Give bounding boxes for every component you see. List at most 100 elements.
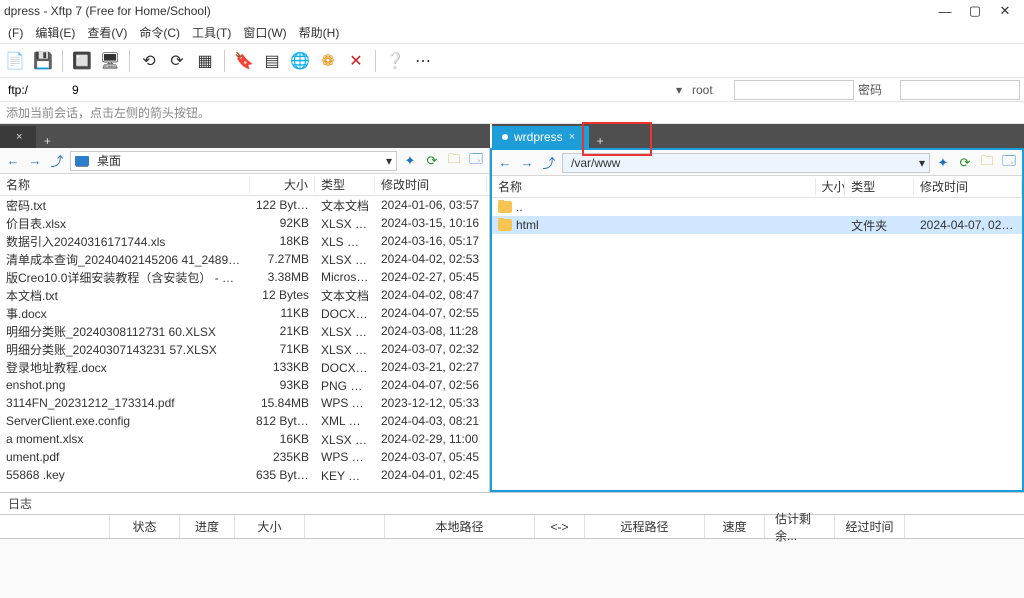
new-remote-tab-button[interactable]: + bbox=[589, 134, 611, 148]
col-header-time[interactable]: 修改时间 bbox=[914, 178, 1022, 195]
menu-item[interactable]: 帮助(H) bbox=[293, 22, 346, 43]
menu-item[interactable]: 工具(T) bbox=[186, 22, 237, 43]
forward-icon[interactable]: ⟳ bbox=[166, 50, 188, 72]
col-header-size[interactable]: 大小 bbox=[816, 178, 846, 195]
back-icon[interactable]: ⟲ bbox=[138, 50, 160, 72]
maximize-button[interactable]: ▢ bbox=[960, 3, 990, 19]
refresh-icon[interactable]: ⟳ bbox=[423, 152, 441, 170]
file-name: ument.pdf bbox=[6, 450, 59, 464]
list-item[interactable]: 3114FN_20231212_173314.pdf15.84MBWPS PDF… bbox=[0, 394, 489, 412]
list-item[interactable]: ument.pdf235KBWPS PDF ...2024-03-07, 05:… bbox=[0, 448, 489, 466]
col-header-name[interactable]: 名称 bbox=[492, 178, 816, 195]
list-item[interactable]: 版Creo10.0详细安装教程（含安装包） - 知乎.mh...3.38MBMi… bbox=[0, 268, 489, 286]
explorer-icon[interactable]: 🗔 bbox=[467, 152, 485, 170]
local-file-list[interactable]: 密码.txt122 Bytes文本文档2024-01-06, 03:57价目表.… bbox=[0, 196, 489, 492]
explorer-icon[interactable]: 🗔 bbox=[1000, 154, 1018, 172]
chevron-down-icon[interactable]: ▾ bbox=[386, 154, 392, 168]
star-icon[interactable]: ✦ bbox=[401, 152, 419, 170]
status-col[interactable]: 本地路径 bbox=[385, 515, 535, 538]
close-icon[interactable]: × bbox=[16, 131, 22, 143]
password-field[interactable] bbox=[900, 80, 1020, 100]
new-folder-icon[interactable]: 🗀 bbox=[445, 152, 463, 170]
remote-path-field[interactable]: /var/www ▾ bbox=[562, 153, 930, 173]
menu-item[interactable]: 编辑(E) bbox=[29, 22, 81, 43]
nav-back-icon[interactable]: ← bbox=[4, 152, 22, 170]
help-icon[interactable]: ❔ bbox=[384, 50, 406, 72]
log-pane-header[interactable]: 日志 bbox=[0, 492, 1024, 514]
local-path-field[interactable]: 桌面 ▾ bbox=[70, 151, 397, 171]
list-item[interactable]: 清单成本查询_20240402145206 41_248977.xlsx7.27… bbox=[0, 250, 489, 268]
menu-item[interactable]: (F) bbox=[2, 24, 29, 42]
file-name: a moment.xlsx bbox=[6, 432, 83, 446]
menu-item[interactable]: 窗口(W) bbox=[237, 22, 292, 43]
list-item[interactable]: 密码.txt122 Bytes文本文档2024-01-06, 03:57 bbox=[0, 196, 489, 214]
new-icon[interactable]: 📄 bbox=[4, 50, 26, 72]
list-item[interactable]: 事.docx11KBDOCX 文档2024-04-07, 02:55 bbox=[0, 304, 489, 322]
tree-icon[interactable]: ▤ bbox=[261, 50, 283, 72]
menu-item[interactable]: 命令(C) bbox=[133, 22, 186, 43]
list-item[interactable]: 登录地址教程.docx133KBDOCX 文档2024-03-21, 02:27 bbox=[0, 358, 489, 376]
host-dropdown-icon[interactable]: ▾ bbox=[676, 83, 688, 97]
save-icon[interactable]: 💾 bbox=[32, 50, 54, 72]
list-item[interactable]: 55868 .key635 BytesKEY 文件2024-04-01, 02:… bbox=[0, 466, 489, 484]
col-header-kind[interactable]: 类型 bbox=[845, 178, 914, 195]
list-item[interactable]: 明细分类账_20240308112731 60.XLSX21KBXLSX 工作.… bbox=[0, 322, 489, 340]
user-field[interactable] bbox=[734, 80, 854, 100]
app-icon[interactable]: 🖥 bbox=[99, 50, 121, 72]
list-item[interactable]: 价目表.xlsx92KBXLSX 工作...2024-03-15, 10:16 bbox=[0, 214, 489, 232]
status-col[interactable]: <-> bbox=[535, 515, 585, 538]
host-field[interactable] bbox=[68, 80, 672, 100]
minimize-button[interactable]: — bbox=[930, 4, 960, 19]
file-kind: XLSX 工作... bbox=[315, 323, 375, 340]
list-item[interactable]: a moment.xlsx16KBXLSX 工作...2024-02-29, 1… bbox=[0, 430, 489, 448]
preview-icon[interactable]: 🔲 bbox=[71, 50, 93, 72]
list-item[interactable]: 本文档.txt12 Bytes文本文档2024-04-02, 08:47 bbox=[0, 286, 489, 304]
status-col[interactable]: 状态 bbox=[110, 515, 180, 538]
status-col[interactable]: 远程路径 bbox=[585, 515, 705, 538]
close-window-button[interactable]: ✕ bbox=[990, 3, 1020, 19]
x-icon[interactable]: ✕ bbox=[345, 50, 367, 72]
info-icon[interactable]: ⋯ bbox=[412, 50, 434, 72]
file-size: 16KB bbox=[250, 432, 315, 446]
nav-up-icon[interactable]: ⤴ bbox=[48, 152, 66, 170]
col-header-kind[interactable]: 类型 bbox=[315, 176, 375, 193]
status-col[interactable]: 经过时间 bbox=[835, 515, 905, 538]
refresh-icon[interactable]: ⟳ bbox=[956, 154, 974, 172]
nav-forward-icon[interactable]: → bbox=[518, 154, 536, 172]
list-item[interactable]: 明细分类账_20240307143231 57.XLSX71KBXLSX 工作.… bbox=[0, 340, 489, 358]
close-icon[interactable]: × bbox=[569, 131, 575, 143]
flag-icon[interactable]: 🔖 bbox=[233, 50, 255, 72]
status-col[interactable]: 速度 bbox=[705, 515, 765, 538]
col-header-size[interactable]: 大小 bbox=[250, 176, 315, 193]
status-col[interactable]: 进度 bbox=[180, 515, 235, 538]
layout-icon[interactable]: ▦ bbox=[194, 50, 216, 72]
file-kind: XLS 工作表 bbox=[315, 233, 375, 250]
list-item[interactable]: .. bbox=[492, 198, 1022, 216]
nav-up-icon[interactable]: ⤴ bbox=[540, 154, 558, 172]
new-folder-icon[interactable]: 🗀 bbox=[978, 154, 996, 172]
nav-forward-icon[interactable]: → bbox=[26, 152, 44, 170]
status-col[interactable]: 大小 bbox=[235, 515, 305, 538]
remote-tab[interactable]: wrdpress × bbox=[492, 126, 589, 148]
status-col[interactable] bbox=[305, 515, 385, 538]
list-item[interactable]: ServerClient.exe.config812 BytesXML Conf… bbox=[0, 412, 489, 430]
protocol-field[interactable] bbox=[4, 80, 64, 100]
remote-file-list[interactable]: ..html文件夹2024-04-07, 02:49 bbox=[492, 198, 1022, 490]
file-kind: XLSX 工作... bbox=[315, 215, 375, 232]
list-item[interactable]: html文件夹2024-04-07, 02:49 bbox=[492, 216, 1022, 234]
col-header-time[interactable]: 修改时间 bbox=[375, 176, 487, 193]
local-tab[interactable]: × bbox=[0, 126, 36, 148]
list-item[interactable]: 数据引入20240316171744.xls18KBXLS 工作表2024-03… bbox=[0, 232, 489, 250]
menu-item[interactable]: 查看(V) bbox=[81, 22, 133, 43]
globe-icon[interactable]: 🌐 bbox=[289, 50, 311, 72]
col-header-name[interactable]: 名称 bbox=[0, 176, 250, 193]
status-col[interactable]: 估计剩余... bbox=[765, 515, 835, 538]
status-col[interactable] bbox=[0, 515, 110, 538]
file-name: 3114FN_20231212_173314.pdf bbox=[6, 396, 175, 410]
list-item[interactable]: enshot.png93KBPNG 图片...2024-04-07, 02:56 bbox=[0, 376, 489, 394]
flower-icon[interactable]: ❁ bbox=[317, 50, 339, 72]
star-icon[interactable]: ✦ bbox=[934, 154, 952, 172]
chevron-down-icon[interactable]: ▾ bbox=[919, 156, 925, 170]
nav-back-icon[interactable]: ← bbox=[496, 154, 514, 172]
new-local-tab-button[interactable]: + bbox=[36, 134, 58, 148]
